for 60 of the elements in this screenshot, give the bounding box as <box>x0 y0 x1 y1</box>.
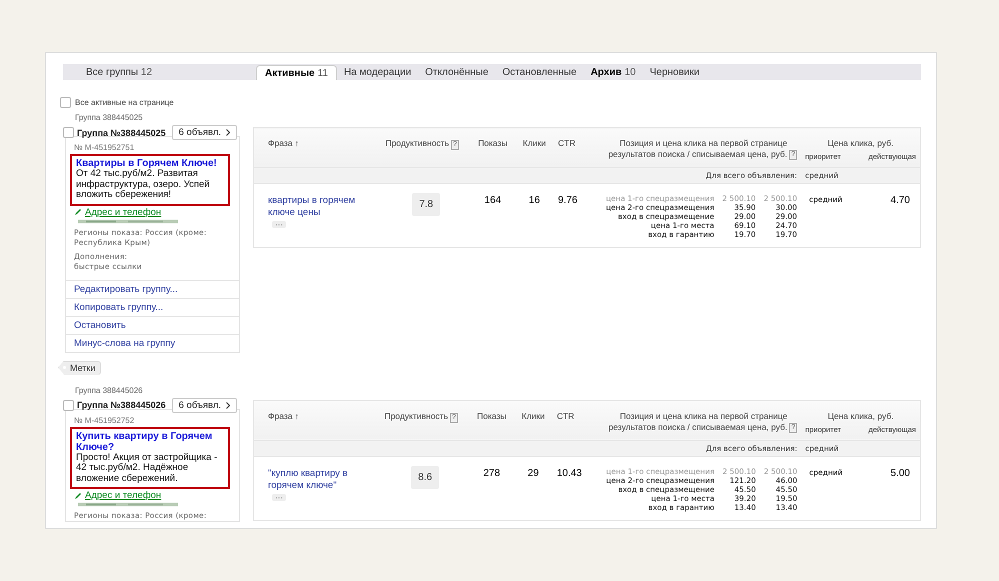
column-header: Показы <box>476 410 506 420</box>
column-header: CTR <box>558 138 576 148</box>
column-header: Фраза ↑ <box>268 138 300 148</box>
clicks-value: 16 <box>528 195 540 206</box>
tab[interactable]: На модерации <box>336 64 418 80</box>
productivity-score: 7.8 <box>412 193 440 216</box>
column-header: Клики <box>522 138 546 148</box>
phrase-link[interactable]: "куплю квартиру в горячем ключе" <box>268 468 376 492</box>
column-header: Позиция и цена клика на первой странице результатов поиска / списываемая цена, руб. <box>608 410 788 432</box>
column-header: Показы <box>478 138 508 148</box>
price-value: 4.70 <box>890 195 910 206</box>
address-link[interactable]: Адрес и телефон <box>85 490 162 501</box>
group-id-label: Группа 388445026 <box>74 386 144 394</box>
column-header: Продуктивность <box>385 138 450 148</box>
ad-text: От 42 тыс.руб/м2. Развитая инфраструктура, озеро. Успей вложить сбережения! <box>76 169 211 200</box>
tab[interactable]: Остановленные <box>495 64 584 80</box>
column-header: Фраза ↑ <box>268 410 300 420</box>
chevron-icon <box>226 402 230 408</box>
group-id-label: Группа 388445025 <box>74 113 144 122</box>
tab[interactable]: Активные 11 <box>256 65 337 80</box>
ad-number: № M-451952752 <box>74 416 136 424</box>
checkbox[interactable] <box>63 400 74 410</box>
clicks-value: 29 <box>528 468 539 478</box>
more-button[interactable]: ··· <box>272 494 286 500</box>
tab[interactable]: Черновики <box>642 64 706 80</box>
ad-text: Просто! Акция от застройщика - 42 тыс.руб/м2. Надёжное вложение сбережений. <box>76 452 218 484</box>
ctr-value: 9.76 <box>558 195 578 206</box>
checkbox[interactable] <box>60 97 71 108</box>
group-action-link[interactable]: Остановить <box>66 316 239 334</box>
group-action-link[interactable]: Копировать группу... <box>66 298 239 316</box>
column-header: CTR <box>556 410 574 420</box>
shows-value: 278 <box>483 468 500 478</box>
group-name: Группа №388445025 <box>77 128 166 138</box>
productivity-score: 8.6 <box>411 466 440 488</box>
checkbox[interactable] <box>63 127 74 138</box>
phrase-link[interactable]: квартиры в горячем ключе цены <box>268 195 378 219</box>
group-action-link[interactable]: Минус-слова на группу <box>66 334 239 352</box>
tab[interactable]: Отклонённые <box>418 64 496 80</box>
ctr-value: 10.43 <box>556 468 582 478</box>
ad-title: Квартиры в Горячем Ключе! <box>76 158 218 169</box>
column-header: Продуктивность <box>384 410 448 420</box>
ads-count-button[interactable]: 6 объявл. <box>172 125 238 140</box>
group-name: Группа №388445026 <box>77 400 166 410</box>
chevron-icon <box>226 129 230 136</box>
column-header: Клики <box>522 410 545 420</box>
column-header: Цена клика, руб. <box>828 410 894 420</box>
column-header: Позиция и цена клика на первой странице результатов поиска / списываемая цена, руб. <box>607 138 788 160</box>
ads-count-button[interactable]: 6 объявл. <box>172 398 238 412</box>
shows-value: 164 <box>484 195 502 206</box>
column-header: Цена клика, руб. <box>828 138 894 148</box>
ad-number: № M-451952751 <box>74 143 136 152</box>
group-action-link[interactable]: Редактировать группу... <box>66 280 239 298</box>
address-link[interactable]: Адрес и телефон <box>85 206 162 218</box>
all-groups-tab[interactable]: Все группы 12 <box>63 64 256 80</box>
tab[interactable]: Архив 10 <box>584 64 643 80</box>
ad-title: Купить квартиру в Горячем Ключе? <box>76 430 214 452</box>
checkbox-label: Все активные на странице <box>75 98 174 107</box>
tags-button[interactable]: Метки <box>58 360 102 374</box>
more-button[interactable]: ··· <box>272 221 286 228</box>
price-value: 5.00 <box>890 468 910 478</box>
